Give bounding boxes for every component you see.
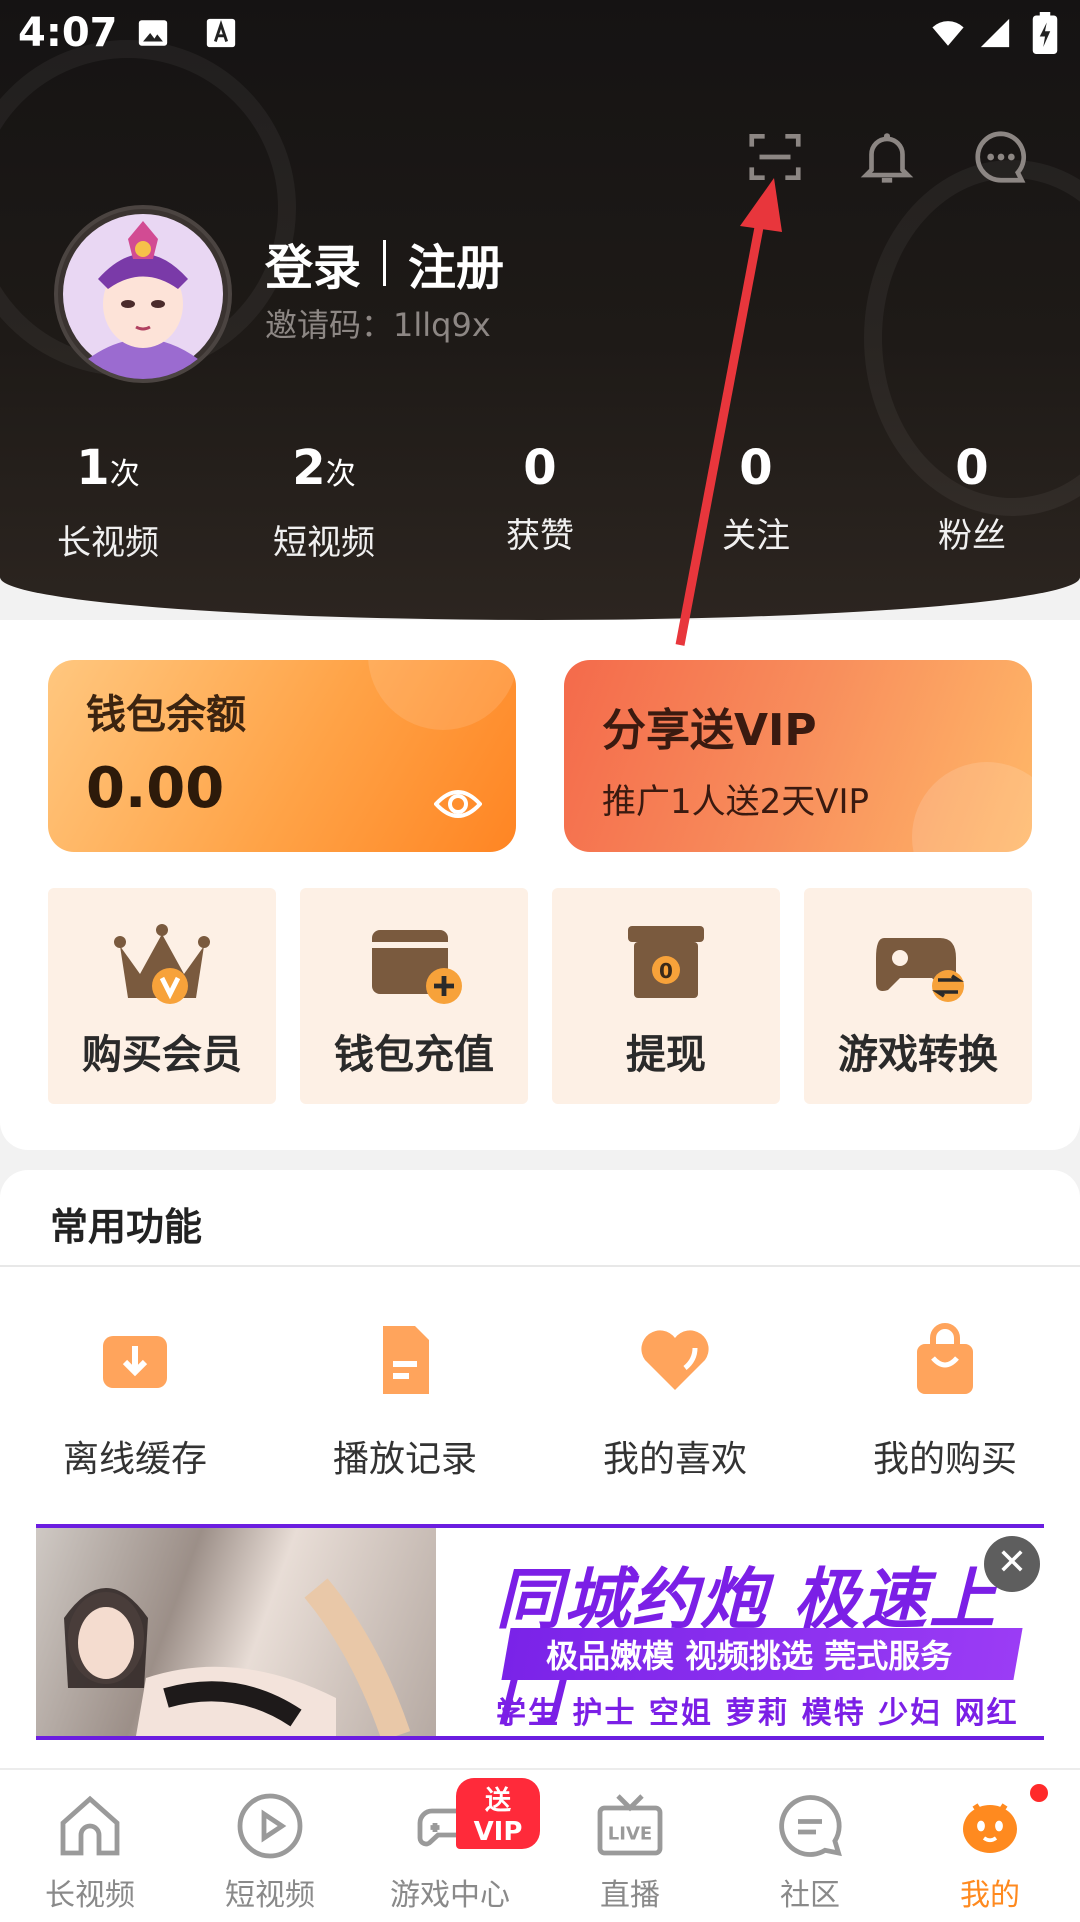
message-icon[interactable]: [970, 126, 1032, 188]
wallet-balance-card[interactable]: 钱包余额 0.00: [48, 660, 516, 852]
quick-label: 提现: [626, 1032, 706, 1078]
share-title: 分享送VIP: [602, 705, 817, 756]
stat-following[interactable]: 0 关注: [648, 440, 864, 564]
buy-membership-button[interactable]: 购买会员: [48, 888, 276, 1104]
section-title: 常用功能: [50, 1205, 203, 1249]
stat-label: 粉丝: [938, 516, 1006, 556]
play-circle-icon: [237, 1793, 303, 1859]
heart-icon: [641, 1330, 709, 1390]
card-decoration: [912, 762, 1032, 852]
stat-short-video[interactable]: 2次 短视频: [216, 440, 432, 564]
close-icon[interactable]: ✕: [984, 1536, 1040, 1592]
nav-label: 短视频: [225, 1878, 315, 1913]
crown-vip-icon: [114, 924, 210, 1004]
bottom-navigation: 长视频 短视频 送VIP 游戏中心 LIVE 直播 社区 我的: [0, 1768, 1080, 1922]
withdraw-box-icon: 0: [628, 926, 704, 998]
stat-likes[interactable]: 0 获赞: [432, 440, 648, 564]
login-register: 登录 注册: [265, 228, 504, 298]
withdraw-button[interactable]: 0 提现: [552, 888, 780, 1104]
text-notification-icon: [206, 18, 236, 48]
notification-dot: [1030, 1784, 1048, 1802]
stats-row: 1次 长视频 2次 短视频 0 获赞 0 关注 0 粉丝: [0, 440, 1080, 564]
quick-label: 游戏转换: [838, 1032, 998, 1078]
login-link[interactable]: 登录: [265, 228, 361, 298]
ad-model-illustration: [64, 1578, 411, 1736]
my-purchases-button[interactable]: 我的购买: [810, 1320, 1080, 1482]
chat-bubble-icon: [779, 1795, 842, 1857]
function-label: 我的购买: [872, 1439, 1017, 1480]
nav-label: 我的: [960, 1878, 1020, 1913]
scan-icon[interactable]: [744, 126, 806, 188]
stat-label: 获赞: [506, 516, 574, 556]
quick-label: 钱包充值: [334, 1032, 494, 1078]
nav-label: 直播: [600, 1878, 660, 1913]
svg-text:LIVE: LIVE: [608, 1824, 652, 1845]
stat-long-video[interactable]: 1次 长视频: [0, 440, 216, 564]
play-history-button[interactable]: 播放记录: [270, 1320, 540, 1482]
avatar[interactable]: [54, 205, 232, 383]
card-decoration: [368, 660, 516, 730]
eye-icon[interactable]: [434, 784, 482, 824]
stat-value: 1: [76, 440, 110, 496]
shopping-bag-icon: [917, 1323, 973, 1394]
divider: [383, 240, 387, 286]
signal-icon: [980, 18, 1010, 48]
wallet-recharge-button[interactable]: 钱包充值: [300, 888, 528, 1104]
stat-fans[interactable]: 0 粉丝: [864, 440, 1080, 564]
nav-live[interactable]: LIVE 直播: [540, 1770, 720, 1922]
ad-subline: 极品嫩模 视频挑选 莞式服务: [546, 1637, 953, 1675]
stat-value: 0: [955, 440, 989, 496]
live-tv-icon: LIVE: [597, 1794, 663, 1856]
offline-cache-button[interactable]: 离线缓存: [0, 1320, 270, 1482]
avatar-character-icon: [63, 214, 223, 379]
home-icon: [60, 1795, 120, 1856]
function-label: 离线缓存: [62, 1439, 207, 1480]
ad-banner[interactable]: 同城约炮 极速上门 极品嫩模 视频挑选 莞式服务 学生 护士 空姐 萝莉 模特 …: [36, 1524, 1044, 1740]
invite-code[interactable]: 邀请码：1llq9x: [265, 300, 491, 346]
nav-label: 游戏中心: [390, 1878, 510, 1913]
my-likes-button[interactable]: 我的喜欢: [540, 1320, 810, 1482]
wifi-icon: [932, 21, 964, 46]
wallet-add-icon: [372, 930, 462, 1004]
quick-label: 购买会员: [82, 1032, 242, 1078]
game-exchange-button[interactable]: 游戏转换: [804, 888, 1032, 1104]
nav-label: 社区: [780, 1878, 840, 1913]
status-time: 4:07: [18, 10, 118, 56]
stat-unit: 次: [325, 457, 356, 492]
status-bar: 4:07: [0, 0, 1080, 70]
image-notification-icon: [138, 20, 168, 46]
stat-label: 短视频: [273, 523, 375, 563]
nav-short-video[interactable]: 短视频: [180, 1770, 360, 1922]
stat-label: 关注: [722, 516, 790, 556]
stat-value: 0: [739, 440, 773, 496]
ad-photo: [36, 1528, 436, 1736]
stat-value: 0: [523, 440, 557, 496]
share-subtitle: 推广1人送2天VIP: [602, 782, 870, 822]
svg-text:0: 0: [659, 959, 673, 983]
nav-game-center[interactable]: 送VIP 游戏中心: [360, 1770, 540, 1922]
stat-value: 2: [292, 440, 326, 496]
nav-mine[interactable]: 我的: [900, 1770, 1080, 1922]
ad-tags: 学生 护士 空姐 萝莉 模特 少妇 网红: [496, 1696, 1019, 1731]
mascot-icon: [963, 1803, 1017, 1853]
section-divider: [0, 1265, 1080, 1267]
nav-community[interactable]: 社区: [720, 1770, 900, 1922]
share-vip-card[interactable]: 分享送VIP 推广1人送2天VIP: [564, 660, 1032, 852]
nav-long-video[interactable]: 长视频: [0, 1770, 180, 1922]
wallet-title: 钱包余额: [86, 692, 246, 738]
register-link[interactable]: 注册: [408, 228, 504, 298]
battery-icon: [1032, 12, 1058, 54]
gamepad-exchange-icon: [876, 938, 964, 1002]
stat-unit: 次: [109, 457, 140, 492]
bell-icon[interactable]: [856, 126, 918, 188]
vip-badge: 送VIP: [456, 1778, 540, 1849]
download-icon: [103, 1336, 167, 1388]
history-doc-icon: [383, 1326, 429, 1394]
function-label: 我的喜欢: [602, 1439, 747, 1480]
nav-label: 长视频: [45, 1878, 135, 1913]
stat-label: 长视频: [57, 523, 159, 563]
function-label: 播放记录: [332, 1439, 477, 1480]
wallet-amount: 0.00: [86, 756, 225, 821]
